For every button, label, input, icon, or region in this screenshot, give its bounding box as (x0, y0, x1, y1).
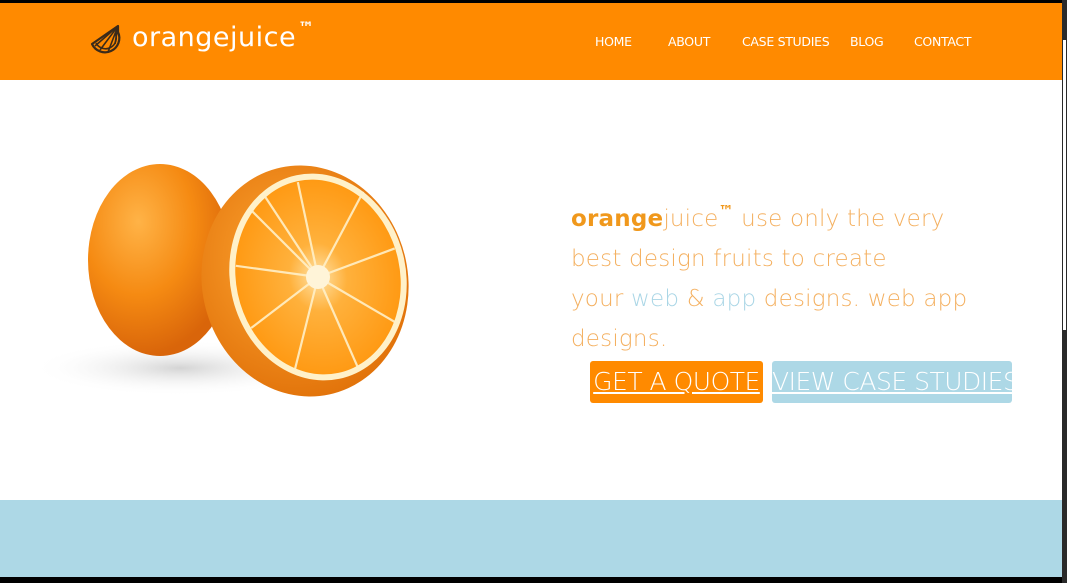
main-nav: HOME ABOUT CASE STUDIES BLOG CONTACT (0, 34, 1062, 54)
tagline-app: app (712, 286, 757, 312)
hero-tagline: orangejuice™ use only the very best desi… (571, 191, 1011, 359)
nav-item-about[interactable]: ABOUT (668, 34, 710, 49)
nav-item-blog[interactable]: BLOG (850, 34, 884, 49)
tagline-line3-prefix: your (571, 286, 632, 312)
tagline-line4: designs. (571, 326, 668, 352)
view-case-studies-button[interactable]: VIEW CASE STUDIES (772, 361, 1019, 403)
tagline-amp: & (679, 286, 713, 312)
blue-section-band (0, 500, 1062, 577)
site-header: orangejuice ™ HOME ABOUT CASE STUDIES BL… (0, 3, 1062, 80)
hero-orange-image (30, 164, 409, 397)
tagline-line3-suffix: designs. web app (756, 286, 968, 312)
tagline-line2: best design fruits to create (571, 246, 887, 272)
scrollbar[interactable] (1062, 0, 1067, 583)
nav-item-contact[interactable]: CONTACT (914, 34, 971, 49)
get-a-quote-button[interactable]: GET A QUOTE (590, 361, 763, 403)
tagline-trademark: ™ (718, 202, 734, 220)
tagline-web: web (631, 286, 680, 312)
tagline-line1: use only the very (733, 206, 945, 232)
tagline-brand-light: juice (663, 206, 719, 232)
tagline-brand-bold: orange (571, 206, 664, 232)
nav-item-case-studies[interactable]: CASE STUDIES (742, 34, 830, 49)
page: orangejuice ™ HOME ABOUT CASE STUDIES BL… (0, 3, 1062, 577)
scrollbar-thumb[interactable] (1063, 40, 1066, 330)
nav-item-home[interactable]: HOME (595, 34, 632, 49)
